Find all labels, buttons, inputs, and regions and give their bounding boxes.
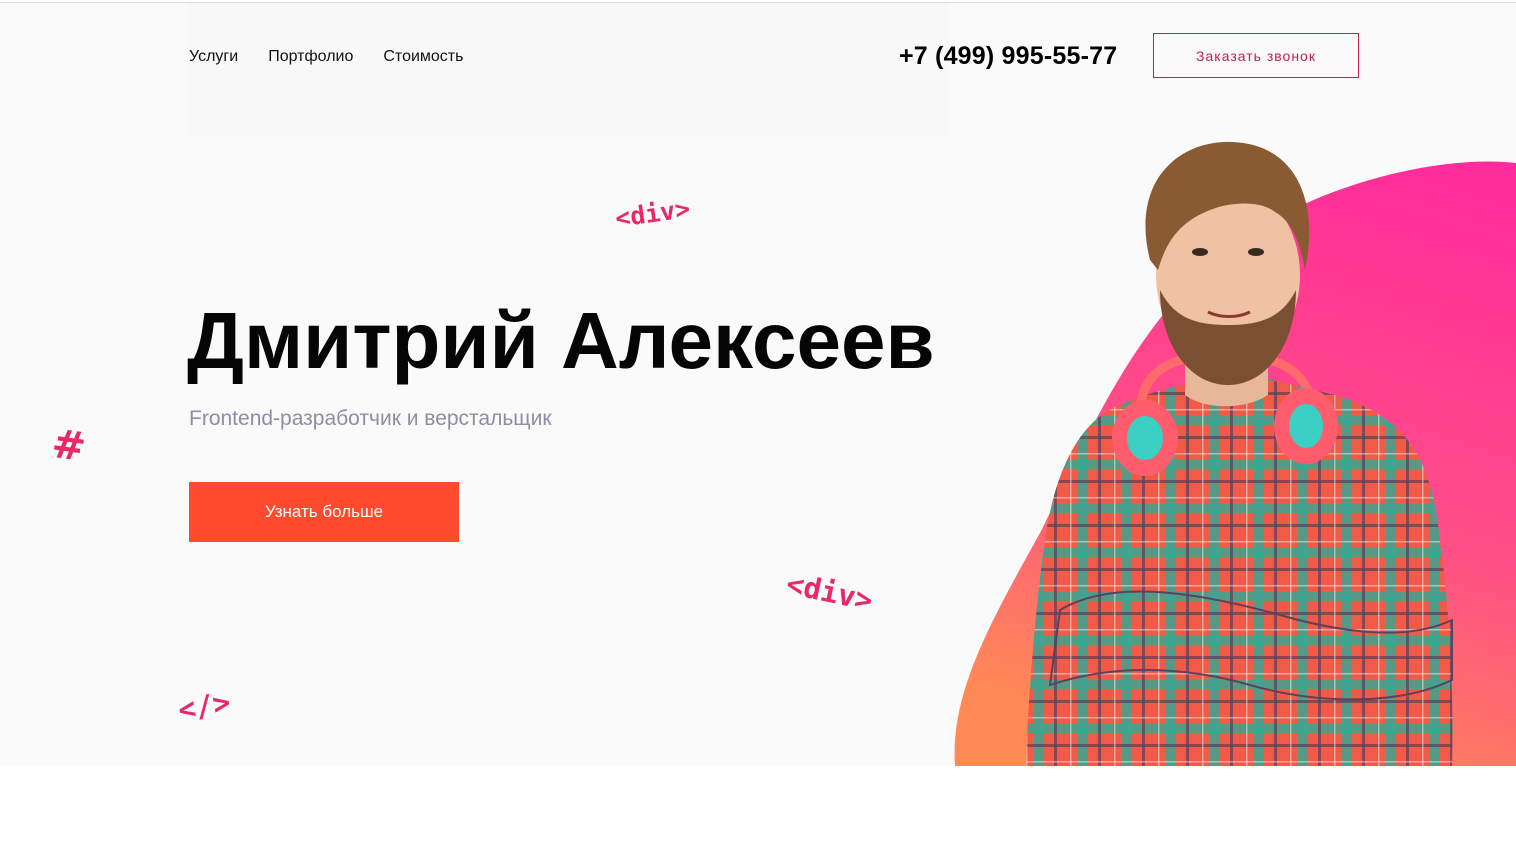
hash-decoration: # [48, 420, 89, 472]
hero-subtitle: Frontend-разработчик и верстальщик [189, 407, 552, 430]
nav-item-pricing[interactable]: Стоимость [383, 47, 463, 67]
hero-section: Услуги Портфолио Стоимость +7 (499) 995-… [0, 3, 1516, 766]
close-tag-decoration: </> [175, 684, 233, 728]
nav-item-portfolio[interactable]: Портфолио [268, 47, 353, 67]
main-nav: Услуги Портфолио Стоимость [189, 47, 463, 67]
hero-title: Дмитрий Алексеев [187, 296, 935, 385]
nav-item-services[interactable]: Услуги [189, 47, 238, 67]
div-tag-decoration: <div> [613, 193, 692, 234]
learn-more-button[interactable]: Узнать больше [189, 482, 459, 542]
header-panel [188, 3, 948, 136]
order-call-button[interactable]: Заказать звонок [1153, 33, 1359, 78]
person-portrait [1026, 141, 1453, 766]
phone-number[interactable]: +7 (499) 995-55-77 [899, 41, 1117, 71]
div-tag-decoration: <div> [783, 566, 876, 618]
